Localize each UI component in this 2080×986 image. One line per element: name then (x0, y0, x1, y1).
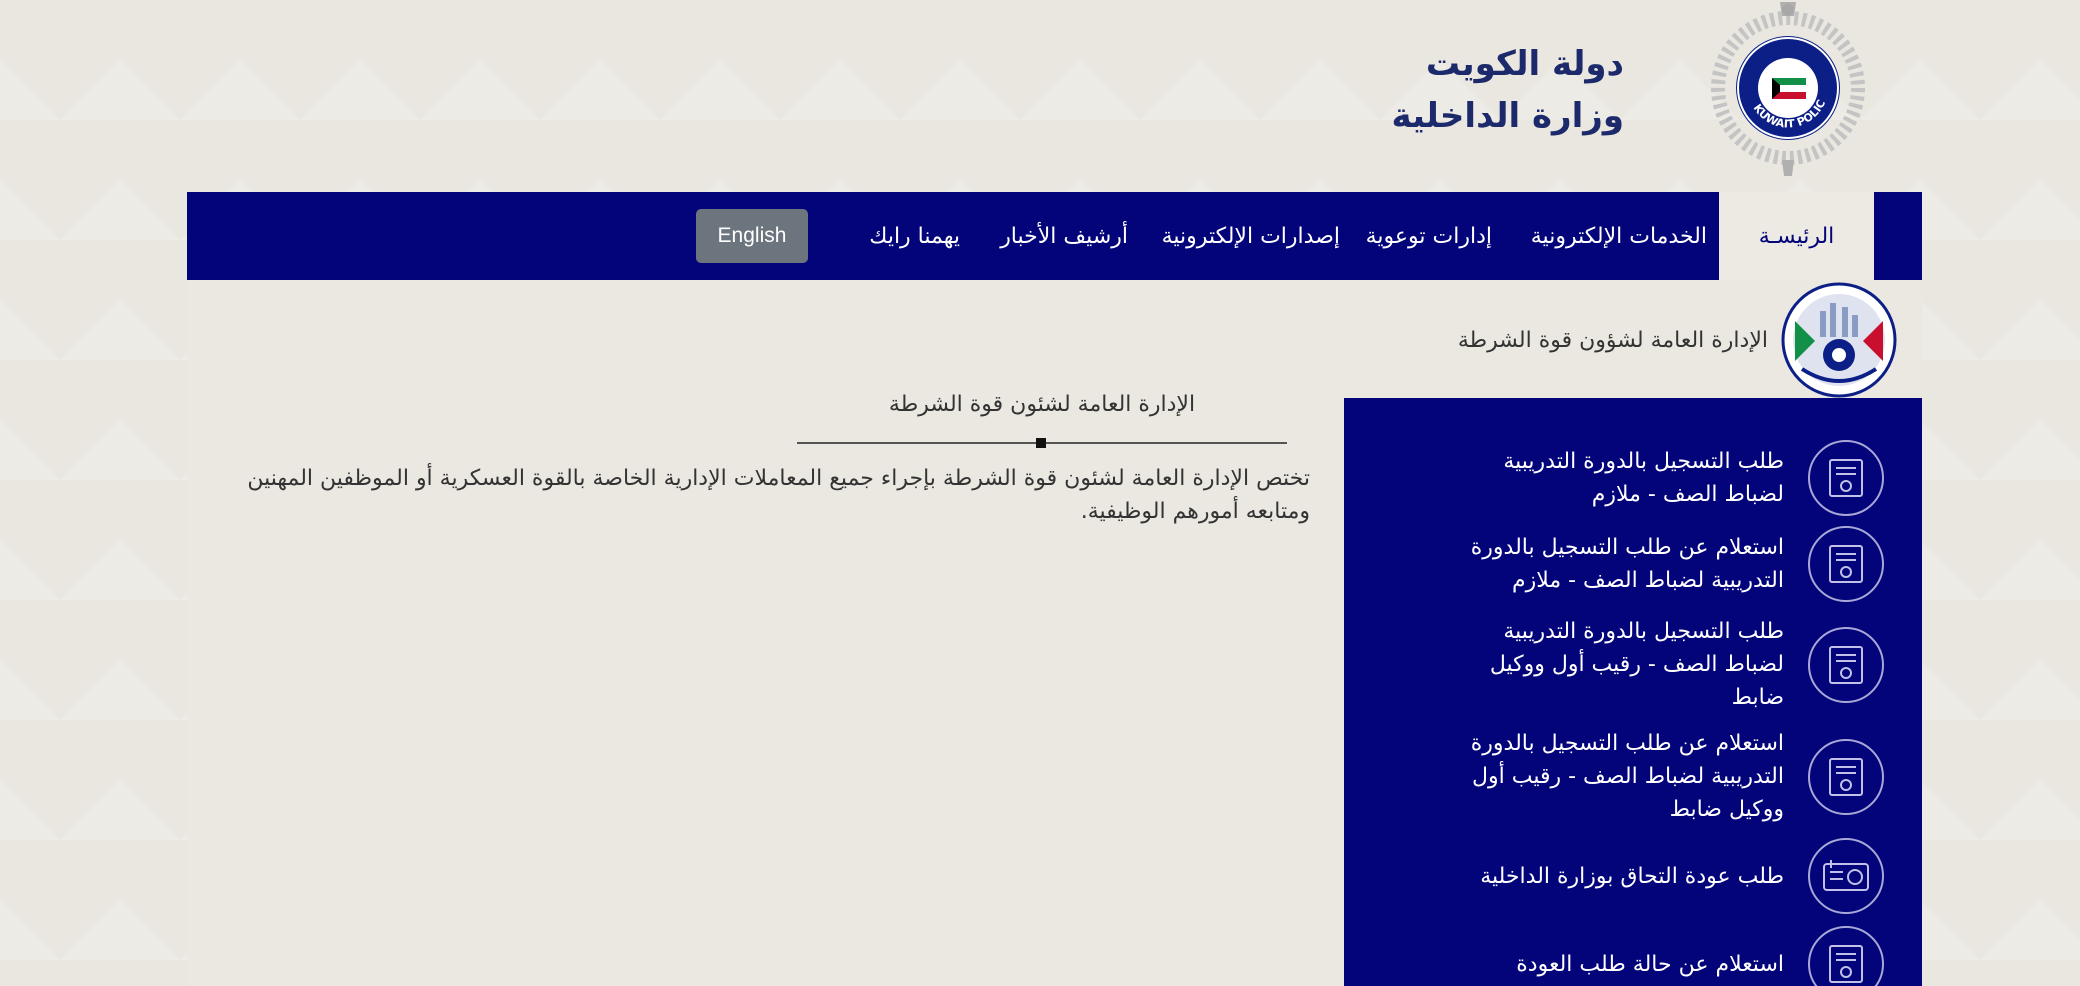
service-link[interactable]: استعلام عن طلب التسجيل بالدورة التدريبية… (1364, 526, 1884, 602)
state-name: دولة الكويت (1425, 44, 1624, 84)
service-label: طلب عودة التحاق بوزارة الداخلية (1480, 863, 1784, 889)
nav-news-archive[interactable]: أرشيف الأخبار (1000, 192, 1128, 280)
nav-awareness[interactable]: إدارات توعوية (1366, 192, 1492, 280)
main-nav: الرئيسـة الخدمات الإلكترونية إدارات توعو… (187, 192, 1922, 280)
service-link[interactable]: طلب التسجيل بالدورة التدريبية لضباط الصف… (1364, 440, 1884, 516)
service-label: استعلام عن طلب التسجيل بالدورة التدريبية… (1470, 535, 1784, 593)
nav-feedback[interactable]: يهمنا رايك (869, 192, 960, 280)
divider-marker (1036, 438, 1046, 448)
kuwait-police-logo[interactable]: KUWAIT POLICE (1698, 0, 1878, 180)
nav-home[interactable]: الرئيسـة (1719, 192, 1874, 280)
services-sidebar: طلب التسجيل بالدورة التدريبية لضباط الصف… (1344, 398, 1922, 986)
service-link[interactable]: استعلام عن حالة طلب العودة (1364, 926, 1884, 986)
service-label: طلب التسجيل بالدورة التدريبية لضباط الصف… (1503, 449, 1784, 507)
nav-e-services[interactable]: الخدمات الإلكترونية (1531, 192, 1707, 280)
english-button[interactable]: English (696, 209, 808, 263)
site-title: دولة الكويت وزارة الداخلية (1392, 38, 1624, 142)
service-link[interactable]: استعلام عن طلب التسجيل بالدورة التدريبية… (1364, 727, 1884, 826)
department-title: الإدارة العامة لشؤون قوة الشرطة (1457, 327, 1768, 353)
main-description: تختص الإدارة العامة لشئون قوة الشرطة بإج… (247, 466, 1310, 524)
ministry-name: وزارة الداخلية (1391, 96, 1624, 136)
certificate-icon (1808, 526, 1884, 602)
site-header: دولة الكويت وزارة الداخلية KUWAIT POLICE (0, 0, 2080, 190)
certificate-icon (1808, 926, 1884, 986)
service-label: طلب التسجيل بالدورة التدريبية لضباط الصف… (1489, 619, 1784, 710)
service-link[interactable]: طلب عودة التحاق بوزارة الداخلية (1364, 838, 1884, 914)
main-title: الإدارة العامة لشئون قوة الشرطة (888, 392, 1196, 417)
nav-publications[interactable]: إصدارات الإلكترونية (1162, 192, 1340, 280)
service-label: استعلام عن حالة طلب العودة (1516, 951, 1784, 977)
id-card-icon (1808, 838, 1884, 914)
certificate-icon (1808, 626, 1884, 703)
content-panel: الإدارة العامة لشؤون قوة الشرطة الإدارة … (187, 280, 1922, 986)
certificate-icon (1808, 738, 1884, 815)
service-label: استعلام عن طلب التسجيل بالدورة التدريبية… (1470, 731, 1784, 822)
department-logo (1781, 282, 1897, 398)
certificate-icon (1808, 440, 1884, 516)
service-link[interactable]: طلب التسجيل بالدورة التدريبية لضباط الصف… (1364, 615, 1884, 714)
department-header: الإدارة العامة لشؤون قوة الشرطة (1458, 282, 1898, 398)
